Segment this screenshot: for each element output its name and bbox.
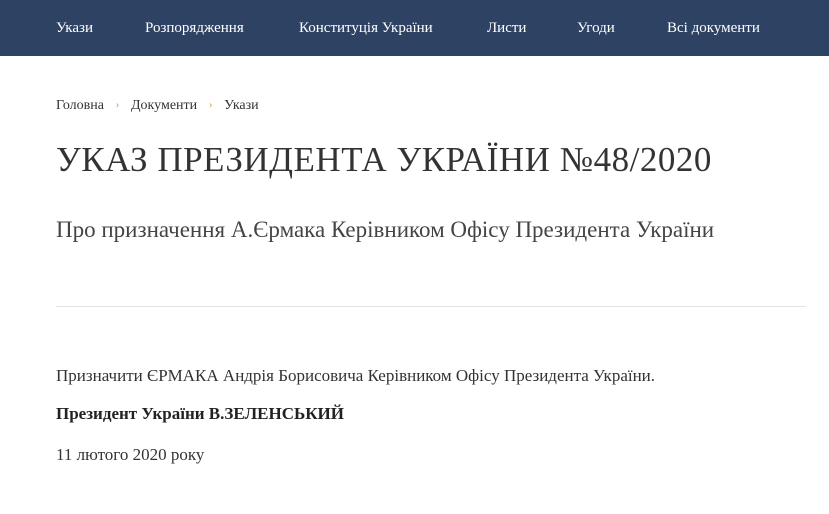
document-body-text: Призначити ЄРМАКА Андрія Борисовича Кері… [56,366,656,385]
breadcrumb-decrees[interactable]: Укази [224,98,259,113]
nav-item-decrees[interactable]: Укази [56,19,93,37]
document-date: 11 лютого 2020 року [56,445,205,464]
divider [56,306,806,307]
page-title: УКАЗ ПРЕЗИДЕНТА УКРАЇНИ №48/2020 [56,140,712,179]
nav-item-letters[interactable]: Листи [487,19,526,37]
nav-item-constitution[interactable]: Конституція України [299,19,433,37]
chevron-right-icon: › [208,97,213,111]
breadcrumb-documents[interactable]: Документи [131,98,197,113]
document-signature: Президент України В.ЗЕЛЕНСЬКИЙ [56,404,344,423]
document-subtitle: Про призначення А.Єрмака Керівником Офіс… [56,217,715,242]
breadcrumb: Головна › Документи › Укази [56,96,259,115]
nav-item-orders[interactable]: Розпорядження [145,19,244,37]
nav-item-all-documents[interactable]: Всі документи [667,19,760,37]
chevron-right-icon: › [115,97,120,111]
top-navigation: Укази Розпорядження Конституція України … [0,0,829,56]
nav-item-agreements[interactable]: Угоди [577,19,615,37]
breadcrumb-home[interactable]: Головна [56,98,104,113]
